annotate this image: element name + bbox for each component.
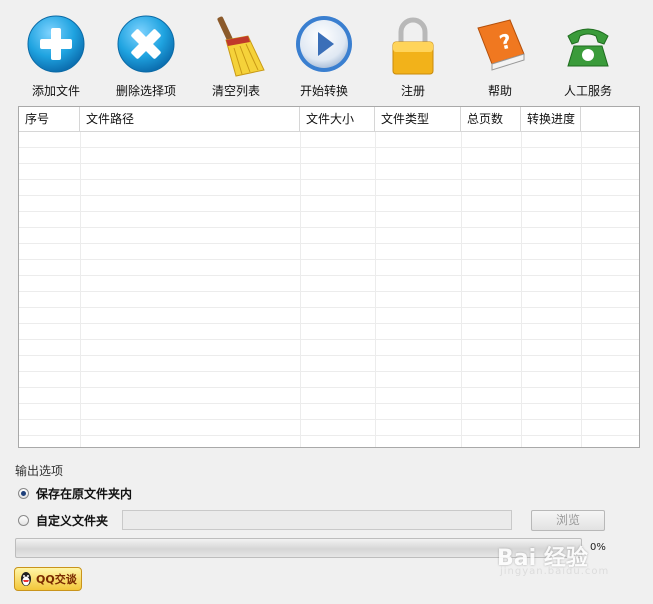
column-divider bbox=[300, 132, 301, 447]
toolbar: 添加文件 删除选择项 清空列表 开始转换 注册 ? 帮助 人工服务 bbox=[0, 0, 653, 104]
manual-service-label: 人工服务 bbox=[563, 84, 612, 98]
qq-penguin-icon bbox=[21, 572, 31, 586]
radio-save-original[interactable] bbox=[18, 487, 29, 499]
manual-service-button[interactable]: 人工服务 bbox=[548, 14, 628, 100]
baidu-watermark-url: jingyan.baidu.com bbox=[500, 566, 610, 577]
help-label: 帮助 bbox=[487, 84, 512, 98]
column-divider bbox=[375, 132, 376, 447]
custom-folder-label: 自定义文件夹 bbox=[36, 513, 109, 528]
column-divider bbox=[521, 132, 522, 447]
add-icon bbox=[27, 15, 85, 73]
add-file-label: 添加文件 bbox=[31, 84, 80, 98]
column-header-path[interactable]: 文件路径 bbox=[80, 107, 300, 131]
output-options-title: 输出选项 bbox=[15, 464, 64, 478]
column-divider bbox=[461, 132, 462, 447]
help-book-icon: ? bbox=[477, 19, 525, 71]
column-header-type[interactable]: 文件类型 bbox=[375, 107, 461, 131]
column-header-progress[interactable]: 转换进度 bbox=[521, 107, 581, 131]
table-header: 序号 文件路径 文件大小 文件类型 总页数 转换进度 bbox=[19, 107, 639, 132]
save-original-label: 保存在原文件夹内 bbox=[36, 486, 133, 501]
progress-percent: 0% bbox=[590, 542, 606, 553]
start-convert-button[interactable]: 开始转换 bbox=[284, 14, 364, 100]
lock-icon bbox=[392, 17, 434, 75]
table-body bbox=[19, 132, 639, 447]
column-header-pages[interactable]: 总页数 bbox=[461, 107, 521, 131]
column-header-index[interactable]: 序号 bbox=[19, 107, 80, 131]
start-convert-label: 开始转换 bbox=[299, 84, 348, 98]
qq-chat-button[interactable]: QQ交谈 bbox=[14, 567, 82, 591]
delete-icon bbox=[117, 15, 175, 73]
save-original-option[interactable]: 保存在原文件夹内 bbox=[18, 484, 132, 502]
help-button[interactable]: ? 帮助 bbox=[460, 14, 540, 100]
custom-folder-path-input[interactable] bbox=[122, 510, 512, 530]
phone-icon bbox=[567, 28, 609, 67]
custom-folder-option[interactable]: 自定义文件夹 bbox=[18, 511, 108, 529]
register-button[interactable]: 注册 bbox=[373, 14, 453, 100]
qq-chat-label: QQ交谈 bbox=[36, 573, 77, 586]
play-icon bbox=[296, 16, 352, 72]
clear-list-label: 清空列表 bbox=[211, 84, 260, 98]
column-divider bbox=[581, 132, 582, 447]
delete-selected-button[interactable]: 删除选择项 bbox=[106, 14, 186, 100]
column-divider bbox=[80, 132, 81, 447]
browse-button[interactable]: 浏览 bbox=[531, 510, 605, 531]
delete-selected-label: 删除选择项 bbox=[115, 84, 176, 98]
column-header-size[interactable]: 文件大小 bbox=[300, 107, 375, 131]
register-label: 注册 bbox=[400, 84, 425, 98]
add-file-button[interactable]: 添加文件 bbox=[16, 14, 96, 100]
clear-list-button[interactable]: 清空列表 bbox=[196, 14, 276, 100]
radio-custom-folder[interactable] bbox=[18, 514, 29, 526]
broom-icon bbox=[217, 16, 265, 77]
file-list-table[interactable]: 序号 文件路径 文件大小 文件类型 总页数 转换进度 bbox=[18, 106, 640, 448]
